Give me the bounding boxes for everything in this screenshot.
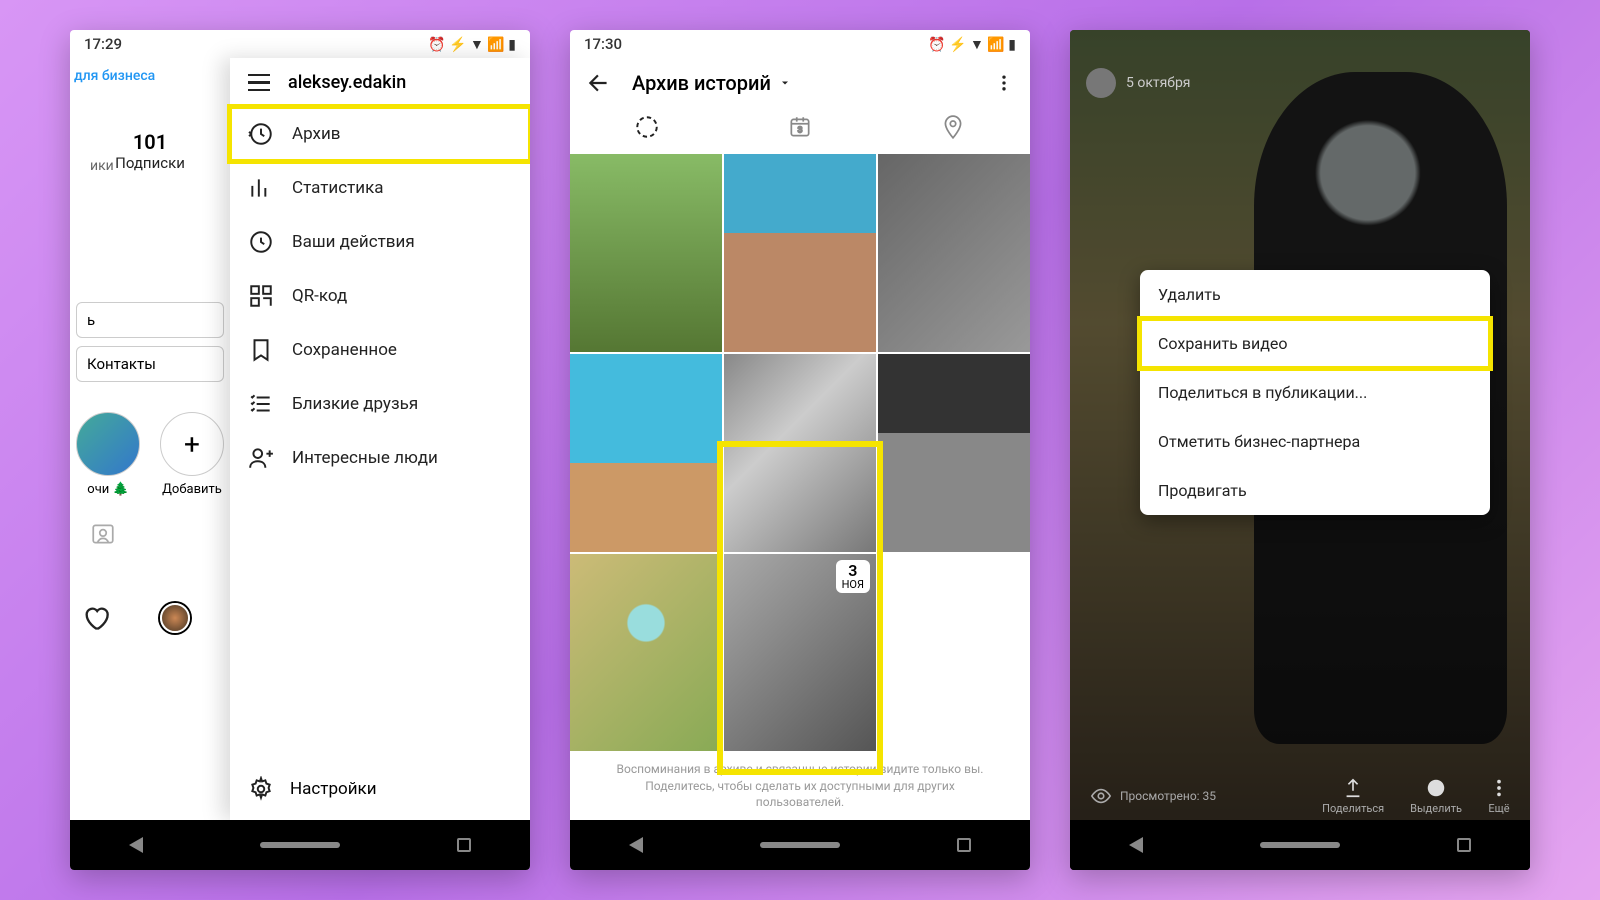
tagged-tab-icon[interactable] [70,521,230,553]
recents-icon[interactable] [1457,838,1471,852]
bottom-nav-partial[interactable] [70,603,230,633]
story-tile[interactable] [724,354,876,552]
story-tile[interactable] [570,154,722,352]
heart-icon [1425,777,1447,799]
username: aleksey.edakin [288,72,406,93]
edit-profile-button[interactable]: ь [76,302,224,338]
menu-settings[interactable]: Настройки [230,758,530,820]
menu-share-post[interactable]: Поделиться в публикации... [1140,368,1490,417]
status-bar: 17:29 ⏰ ⚡ ▼ 📶 ▮ [70,30,530,58]
phone-screenshot-2: 17:30 ⏰ ⚡ ▼ 📶 ▮ Архив историй 3 3 НОЯ Во… [570,30,1030,870]
recents-icon[interactable] [957,838,971,852]
menu-delete[interactable]: Удалить [1140,270,1490,319]
profile-avatar-icon[interactable] [160,603,190,633]
status-bar: 17:30 ⏰ ⚡ ▼ 📶 ▮ [570,30,1030,58]
menu-tag-partner[interactable]: Отметить бизнес-партнера [1140,417,1490,466]
story-tile[interactable] [570,354,722,552]
qr-icon [248,283,274,309]
avatar-icon[interactable] [1086,68,1116,98]
svg-text:3: 3 [798,125,803,135]
story-tile[interactable] [724,154,876,352]
more-button[interactable]: Ещё [1488,777,1510,815]
profile-underlay: для бизнеса 101 ики Подписки ь Контакты … [70,58,230,820]
people-icon [248,445,274,471]
clock: 17:30 [584,35,622,53]
android-nav[interactable] [70,820,530,870]
highlight-add[interactable]: +Добавить [160,412,224,497]
activity-icon [248,229,274,255]
phone-screenshot-3: 5 октября Удалить Сохранить видео Подели… [1070,30,1530,870]
side-menu: aleksey.edakin Архив Статистика Ваши дей… [230,58,530,820]
recents-icon[interactable] [457,838,471,852]
business-link[interactable]: для бизнеса [70,58,230,84]
home-icon[interactable] [260,842,340,848]
menu-saved[interactable]: Сохраненное [230,323,530,377]
archive-tabs: 3 [570,108,1030,154]
gear-icon [248,776,274,802]
bookmark-icon [248,337,274,363]
location-tab-icon[interactable] [940,114,966,140]
back-arrow-icon[interactable] [586,70,612,96]
more-icon [1488,777,1510,799]
stats-icon [248,175,274,201]
status-icons: ⏰ ⚡ ▼ 📶 ▮ [428,36,516,53]
share-icon [1342,777,1364,799]
story-footer: Просмотрено: 35 Поделиться Выделить Ещё [1070,777,1530,815]
android-nav[interactable] [570,820,1030,870]
more-icon[interactable] [994,73,1014,93]
hamburger-icon[interactable] [248,74,270,92]
calendar-tab-icon[interactable]: 3 [787,114,813,140]
story-tile[interactable]: 3 НОЯ [724,554,876,752]
phone-screenshot-1: 17:29 ⏰ ⚡ ▼ 📶 ▮ для бизнеса 101 ики Подп… [70,30,530,870]
story-tile[interactable] [878,354,1030,552]
share-button[interactable]: Поделиться [1322,777,1384,815]
highlight-item[interactable]: очи 🌲 [76,412,140,497]
reel-tab-icon[interactable] [634,114,660,140]
menu-friends[interactable]: Близкие друзья [230,377,530,431]
menu-stats[interactable]: Статистика [230,161,530,215]
story-header: 5 октября [1086,68,1190,98]
home-icon[interactable] [1260,842,1340,848]
archive-icon [248,121,274,147]
page-title[interactable]: Архив историй [632,71,974,95]
story-tile-highlighted[interactable] [570,554,722,752]
clock: 17:29 [84,35,122,53]
story-tile[interactable] [878,154,1030,352]
menu-save-video[interactable]: Сохранить видео [1140,319,1490,368]
contacts-button[interactable]: Контакты [76,346,224,382]
back-icon[interactable] [129,837,143,853]
action-sheet: Удалить Сохранить видео Поделиться в пуб… [1140,270,1490,515]
menu-qr[interactable]: QR-код [230,269,530,323]
eye-icon[interactable] [1090,785,1112,807]
menu-archive[interactable]: Архив [230,107,530,161]
list-icon [248,391,274,417]
date-badge: 3 НОЯ [836,560,870,593]
back-icon[interactable] [629,837,643,853]
chevron-down-icon [779,77,791,89]
back-icon[interactable] [1129,837,1143,853]
menu-actions[interactable]: Ваши действия [230,215,530,269]
archive-grid: 3 НОЯ [570,154,1030,751]
highlight-button[interactable]: Выделить [1410,777,1462,815]
menu-people[interactable]: Интересные люди [230,431,530,485]
menu-promote[interactable]: Продвигать [1140,466,1490,515]
status-icons: ⏰ ⚡ ▼ 📶 ▮ [928,36,1016,53]
android-nav[interactable] [1070,820,1530,870]
archive-footer-text: Воспоминания в архиве и связанные истори… [570,751,1030,820]
home-icon[interactable] [760,842,840,848]
follow-stats[interactable]: 101 ики Подписки [70,130,230,172]
